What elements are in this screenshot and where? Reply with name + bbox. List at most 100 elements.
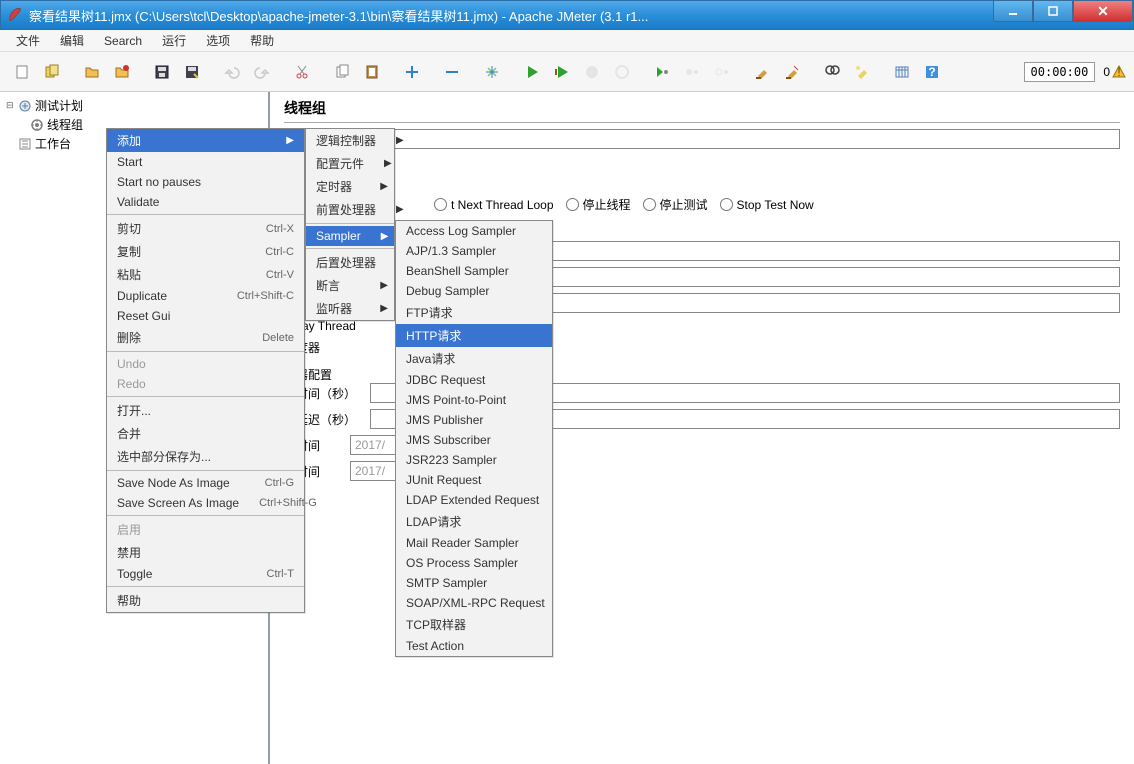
shutdown-button[interactable]: [608, 58, 636, 86]
ctx-main-item-10[interactable]: 删除Delete: [107, 326, 304, 349]
ctx-sampler-item-8[interactable]: JMS Point-to-Point: [396, 390, 552, 410]
ctx-main-item-24[interactable]: ToggleCtrl-T: [107, 564, 304, 584]
ctx-main-item-22[interactable]: 启用: [107, 518, 304, 541]
ctx-main-item-5[interactable]: 剪切Ctrl-X: [107, 217, 304, 240]
titlebar: 察看结果树11.jmx (C:\Users\tcl\Desktop\apache…: [0, 0, 1134, 30]
redo-button[interactable]: [248, 58, 276, 86]
ctx-sampler-item-3[interactable]: Debug Sampler: [396, 281, 552, 301]
clear-button[interactable]: [748, 58, 776, 86]
new-button[interactable]: [8, 58, 36, 86]
remote-shutdown-button[interactable]: [708, 58, 736, 86]
window-maximize-button[interactable]: [1033, 0, 1073, 22]
ctx-main-item-7[interactable]: 粘贴Ctrl-V: [107, 263, 304, 286]
menu-edit[interactable]: 编辑: [52, 30, 92, 51]
ctx-main-item-19[interactable]: Save Node As ImageCtrl-G: [107, 473, 304, 493]
radio-stop-test[interactable]: [643, 198, 656, 211]
ctx-sampler-item-4[interactable]: FTP请求: [396, 301, 552, 324]
svg-text:?: ?: [928, 65, 935, 79]
ctx-sampler-item-20[interactable]: Test Action: [396, 636, 552, 656]
ctx-sampler-item-0[interactable]: Access Log Sampler: [396, 221, 552, 241]
ctx-sampler-item-19[interactable]: TCP取样器: [396, 613, 552, 636]
ctx-main-item-0[interactable]: 添加▶: [107, 129, 304, 152]
save-as-button[interactable]: [178, 58, 206, 86]
save-button[interactable]: [148, 58, 176, 86]
ctx-main-item-16[interactable]: 合并: [107, 422, 304, 445]
ctx-sampler-item-2[interactable]: BeanShell Sampler: [396, 261, 552, 281]
ctx-main-item-20[interactable]: Save Screen As ImageCtrl+Shift-G: [107, 493, 304, 513]
run-nopause-button[interactable]: [548, 58, 576, 86]
copy-button[interactable]: [328, 58, 356, 86]
remote-stop-button[interactable]: [678, 58, 706, 86]
menu-search[interactable]: Search: [96, 32, 150, 50]
collapse-button[interactable]: [438, 58, 466, 86]
expand-button[interactable]: [398, 58, 426, 86]
ctx-sampler-item-5[interactable]: HTTP请求: [396, 324, 552, 347]
radio-stop-now[interactable]: [720, 198, 733, 211]
ctx-main-item-3[interactable]: Validate: [107, 192, 304, 212]
window-close-button[interactable]: ✕: [1073, 0, 1133, 22]
search-button[interactable]: [818, 58, 846, 86]
ctx-sampler-item-10[interactable]: JMS Subscriber: [396, 430, 552, 450]
svg-text:!: !: [1117, 65, 1120, 79]
ctx-main-item-15[interactable]: 打开...: [107, 399, 304, 422]
toggle-button[interactable]: [478, 58, 506, 86]
ctx-sampler-item-18[interactable]: SOAP/XML-RPC Request: [396, 593, 552, 613]
ctx-sampler-item-1[interactable]: AJP/1.3 Sampler: [396, 241, 552, 261]
ctx-sampler-item-13[interactable]: LDAP Extended Request: [396, 490, 552, 510]
radio-stop-thread[interactable]: [566, 198, 579, 211]
ctx-main-item-6[interactable]: 复制Ctrl-C: [107, 240, 304, 263]
radio-next-loop[interactable]: [434, 198, 447, 211]
ctx-sampler-item-17[interactable]: SMTP Sampler: [396, 573, 552, 593]
ctx-sampler-item-14[interactable]: LDAP请求: [396, 510, 552, 533]
context-menu-main: 添加▶StartStart no pausesValidate 剪切Ctrl-X复…: [106, 128, 305, 613]
open-button[interactable]: [78, 58, 106, 86]
ctx-main-item-23[interactable]: 禁用: [107, 541, 304, 564]
menu-help[interactable]: 帮助: [242, 30, 282, 51]
ctx-add-item-5[interactable]: Sampler▶: [306, 226, 394, 246]
ctx-add-item-2[interactable]: 定时器▶: [306, 175, 394, 198]
menu-options[interactable]: 选项: [198, 30, 238, 51]
ctx-main-item-12[interactable]: Undo: [107, 354, 304, 374]
ctx-add-item-3[interactable]: 前置处理器▶: [306, 198, 394, 221]
menu-file[interactable]: 文件: [8, 30, 48, 51]
ctx-add-item-0[interactable]: 逻辑控制器▶: [306, 129, 394, 152]
ctx-sampler-item-11[interactable]: JSR223 Sampler: [396, 450, 552, 470]
ctx-main-item-17[interactable]: 选中部分保存为...: [107, 445, 304, 468]
elapsed-timer: 00:00:00: [1024, 62, 1096, 82]
ctx-add-item-1[interactable]: 配置元件▶: [306, 152, 394, 175]
toolbar: ? 00:00:00 0 !: [0, 52, 1134, 92]
ctx-sampler-item-9[interactable]: JMS Publisher: [396, 410, 552, 430]
ctx-main-item-2[interactable]: Start no pauses: [107, 172, 304, 192]
help-button[interactable]: ?: [918, 58, 946, 86]
menu-run[interactable]: 运行: [154, 30, 194, 51]
paste-button[interactable]: [358, 58, 386, 86]
ctx-add-item-9[interactable]: 监听器▶: [306, 297, 394, 320]
ctx-sampler-item-7[interactable]: JDBC Request: [396, 370, 552, 390]
ctx-main-item-1[interactable]: Start: [107, 152, 304, 172]
tree-toggle-icon[interactable]: ⊟: [6, 100, 15, 111]
clear-all-button[interactable]: [778, 58, 806, 86]
context-menu-add: 逻辑控制器▶配置元件▶定时器▶前置处理器▶ Sampler▶ 后置处理器▶断言▶监听…: [305, 128, 395, 321]
ctx-add-item-7[interactable]: 后置处理器▶: [306, 251, 394, 274]
ctx-main-item-8[interactable]: DuplicateCtrl+Shift-C: [107, 286, 304, 306]
run-button[interactable]: [518, 58, 546, 86]
ctx-main-item-13[interactable]: Redo: [107, 374, 304, 394]
function-helper-button[interactable]: [888, 58, 916, 86]
ctx-sampler-item-16[interactable]: OS Process Sampler: [396, 553, 552, 573]
window-minimize-button[interactable]: [993, 0, 1033, 22]
ctx-sampler-item-12[interactable]: JUnit Request: [396, 470, 552, 490]
ctx-main-item-26[interactable]: 帮助: [107, 589, 304, 612]
ctx-sampler-item-6[interactable]: Java请求: [396, 347, 552, 370]
ctx-sampler-item-15[interactable]: Mail Reader Sampler: [396, 533, 552, 553]
tree-root-testplan[interactable]: ⊟ 测试计划: [4, 96, 264, 115]
cut-button[interactable]: [288, 58, 316, 86]
close-button[interactable]: [108, 58, 136, 86]
undo-button[interactable]: [218, 58, 246, 86]
stop-button[interactable]: [578, 58, 606, 86]
ctx-main-item-9[interactable]: Reset Gui: [107, 306, 304, 326]
remote-start-button[interactable]: [648, 58, 676, 86]
templates-button[interactable]: [38, 58, 66, 86]
ctx-add-item-8[interactable]: 断言▶: [306, 274, 394, 297]
name-input[interactable]: [330, 129, 1120, 149]
reset-search-button[interactable]: [848, 58, 876, 86]
